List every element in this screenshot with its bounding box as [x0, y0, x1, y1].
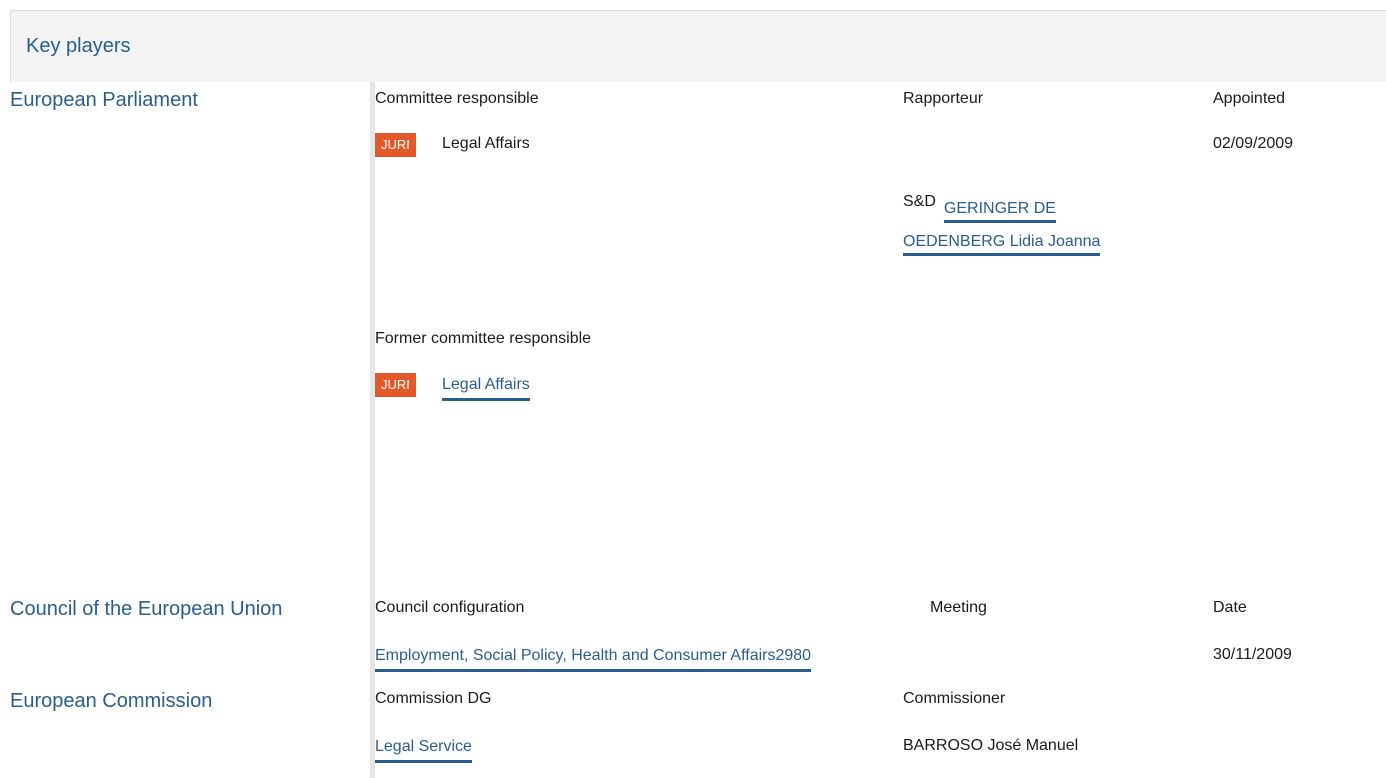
- commission-dg-link[interactable]: Legal Service: [375, 737, 472, 763]
- former-committee-badge: JURI: [375, 373, 416, 397]
- institution-label-council: Council of the European Union: [10, 598, 283, 620]
- council-meeting-date: 30/11/2009: [1213, 646, 1292, 663]
- column-divider: [370, 82, 375, 778]
- rapporteur-political-group: S&D: [903, 193, 936, 210]
- section-title: Key players: [26, 35, 131, 57]
- date-header: Date: [1213, 599, 1247, 616]
- institution-label-commission: European Commission: [10, 690, 213, 712]
- rapporteur-header: Rapporteur: [903, 90, 984, 107]
- committee-responsible-header: Committee responsible: [375, 90, 539, 107]
- committee-name: Legal Affairs: [442, 135, 530, 152]
- appointed-header: Appointed: [1213, 90, 1286, 107]
- meeting-header: Meeting: [930, 599, 987, 616]
- council-configuration-name: Employment, Social Policy, Health and Co…: [375, 647, 776, 664]
- council-configuration-header: Council configuration: [375, 599, 525, 616]
- former-committee-header: Former committee responsible: [375, 330, 592, 347]
- commissioner-header: Commissioner: [903, 690, 1006, 707]
- committee-badge: JURI: [375, 133, 416, 157]
- institution-label-parliament: European Parliament: [10, 89, 198, 111]
- council-meeting-number: 2980: [775, 647, 812, 664]
- commissioner-name: BARROSO José Manuel: [903, 737, 1079, 754]
- rapporteur-name-line2: OEDENBERG Lidia Joanna: [903, 233, 1101, 250]
- key-players-header: Key players: [10, 10, 1386, 82]
- commission-dg-header: Commission DG: [375, 690, 492, 707]
- rapporteur-entry: S&D GERINGER DE OEDENBERG Lidia Joanna: [903, 192, 1193, 258]
- key-players-page: Key players European Parliament Committe…: [0, 0, 1386, 778]
- former-committee-link[interactable]: Legal Affairs: [442, 375, 530, 401]
- appointed-date: 02/09/2009: [1213, 135, 1294, 152]
- council-configuration-link[interactable]: Employment, Social Policy, Health and Co…: [375, 646, 812, 672]
- rapporteur-name-line1: GERINGER DE: [943, 200, 1056, 217]
